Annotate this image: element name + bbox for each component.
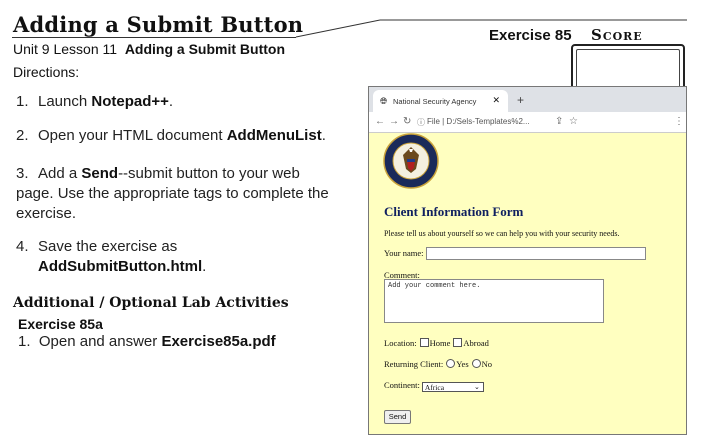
comment-textarea[interactable]: Add your comment here. [384, 279, 604, 323]
form-intro: Please tell us about yourself so we can … [384, 229, 620, 238]
chevron-down-icon: ⌄ [474, 383, 480, 391]
no-radio[interactable] [471, 359, 481, 368]
page-content: Client Information Form Please tell us a… [369, 133, 686, 434]
home-checkbox[interactable] [419, 338, 429, 347]
globe-icon: 🌐︎ [380, 96, 388, 106]
step-1: 1. Launch Notepad++. [16, 93, 174, 110]
abroad-checkbox[interactable] [453, 338, 463, 347]
returning-row: Returning Client: Yes No [384, 359, 493, 369]
additional-activities-heading: Additional / Optional Lab Activities [13, 295, 289, 311]
close-icon[interactable]: ✕ [492, 95, 500, 106]
lesson-name: Adding a Submit Button [124, 41, 286, 57]
share-icon[interactable]: ⇪ [555, 116, 563, 127]
score-label: Score [591, 26, 643, 44]
send-button[interactable]: Send [384, 410, 411, 424]
form-heading: Client Information Form [384, 204, 524, 219]
reload-icon[interactable]: ↻ [403, 116, 411, 127]
yes-radio[interactable] [446, 359, 456, 368]
name-input[interactable] [426, 247, 646, 260]
name-label: Your name: [384, 248, 424, 258]
star-icon[interactable]: ☆ [569, 116, 578, 127]
info-icon[interactable]: ⓘ [417, 117, 425, 128]
step-2: 2. Open your HTML document AddMenuList. [16, 127, 326, 144]
exercise-85a-label: Exercise 85a [18, 316, 103, 332]
address-bar[interactable]: ← → ↻ ⓘ File | D:/Sels-Templates%2... ⇪ … [369, 112, 686, 133]
browser-tab[interactable]: 🌐︎ National Security Agency ✕ [373, 90, 508, 112]
menu-icon[interactable]: ⋮ [674, 116, 684, 127]
new-tab-icon[interactable]: + [517, 93, 524, 107]
forward-icon[interactable]: → [389, 116, 399, 127]
continent-select[interactable]: Africa ⌄ [421, 382, 484, 392]
agency-seal-icon [383, 133, 439, 189]
tab-title: National Security Agency [393, 97, 477, 106]
directions-label: Directions: [13, 64, 80, 80]
url-text: File | D:/Sels-Templates%2... [427, 117, 530, 126]
lesson-unit: Unit 9 Lesson 11 [13, 41, 118, 57]
browser-window: 🌐︎ National Security Agency ✕ + ← → ↻ ⓘ … [368, 86, 687, 435]
additional-item-1: 1. Open and answer Exercise85a.pdf [18, 333, 276, 350]
continent-row: Continent: Africa ⌄ [384, 380, 484, 392]
step-3: 3. Add a Send--submit button to your web … [16, 165, 329, 222]
back-icon[interactable]: ← [375, 116, 385, 127]
exercise-number: Exercise 85 [489, 27, 572, 44]
lesson-subtitle: Unit 9 Lesson 11 Adding a Submit Button [13, 41, 285, 57]
location-row: Location: Home Abroad [384, 338, 489, 348]
step-4: 4. Save the exercise as AddSubmitButton.h… [16, 238, 207, 275]
